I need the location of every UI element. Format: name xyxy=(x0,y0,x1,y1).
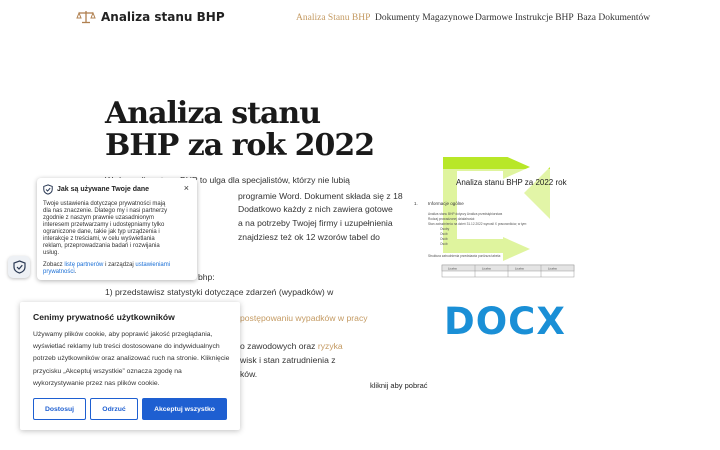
privacy-footer-text: Zobacz xyxy=(43,262,63,268)
nav-darmowe-instrukcje-bhp[interactable]: Darmowe Instrukcje BHP xyxy=(475,13,574,23)
list-item: ków. xyxy=(240,369,258,379)
close-icon[interactable]: × xyxy=(184,183,189,193)
doc-title: Analiza stanu BHP za 2022 rok xyxy=(456,178,568,187)
page-title-line-2: BHP za rok 2022 xyxy=(105,128,375,163)
privacy-popup-title: Jak są używane Twoje dane xyxy=(57,186,150,193)
nav-baza-dokumentow[interactable]: Baza Dokumentów xyxy=(577,13,650,23)
paragraph-line: a na potrzeby Twojej firmy i uzupełnieni… xyxy=(238,218,393,228)
paragraph-line: Dodatkowo każdy z nich zawiera gotowe xyxy=(238,204,393,214)
page-title-line-1: Analiza stanu xyxy=(105,96,321,131)
doc-line: Stan zatrudnienia na dzień 31.12.2022 wy… xyxy=(428,222,527,226)
privacy-popup-body: Twoje ustawienia dotyczące prywatności m… xyxy=(43,201,168,256)
logo-text: Analiza stanu BHP xyxy=(101,10,225,24)
doc-table-header: Liczba xyxy=(515,267,524,271)
list-item: 1) przedstawisz statystyki dotyczące zda… xyxy=(105,287,334,297)
privacy-settings-button[interactable] xyxy=(8,256,30,278)
partners-list-link[interactable]: listę partnerów xyxy=(64,262,103,268)
list-item: o zawodowych oraz xyxy=(240,341,316,351)
doc-table-header: Liczba xyxy=(482,267,491,271)
doc-sub-item: Osoby xyxy=(440,227,450,231)
privacy-footer-text: . xyxy=(74,269,77,275)
doc-line: Struktura zatrudnienia przedstawia poniż… xyxy=(428,254,501,258)
doc-section-title: Informacje ogólne xyxy=(428,201,464,206)
paragraph-line: znajdziesz też ok 12 wzorów tabel do xyxy=(238,232,380,242)
customize-button[interactable]: Dostosuj xyxy=(33,398,86,420)
nav-dokumenty-magazynowe[interactable]: Dokumenty Magazynowe xyxy=(375,13,473,23)
shield-check-icon xyxy=(12,260,26,274)
doc-line: Rodzaj prowadzonej działalności: xyxy=(428,217,475,221)
list-intro: bhp: xyxy=(198,272,215,282)
link-postepowaniu-wypadkow[interactable]: postępowaniu wypadków w pracy xyxy=(240,313,368,323)
page-title: Analiza stanu BHP za rok 2022 xyxy=(105,96,375,163)
cookie-banner: Cenimy prywatność użytkowników Używamy p… xyxy=(20,302,240,430)
scales-icon xyxy=(76,11,96,24)
privacy-popup-footer: Zobacz listę partnerów i zarządzaj ustaw… xyxy=(43,262,193,276)
site-header: Analiza stanu BHP Analiza Stanu BHP Doku… xyxy=(0,0,720,38)
reject-button[interactable]: Odrzuć xyxy=(90,398,138,420)
doc-sub-item: Osób xyxy=(440,232,448,236)
doc-line: Analiza stanu BHP dotyczy Analiza przeds… xyxy=(428,212,502,216)
doc-table-header: Liczba xyxy=(548,267,557,271)
accept-all-button[interactable]: Akceptuj wszystko xyxy=(142,398,227,420)
privacy-footer-text: i zarządzaj xyxy=(105,262,134,268)
privacy-popup: Jak są używane Twoje dane × Twoje ustawi… xyxy=(37,178,197,280)
paragraph-line: programie Word. Dokument składa się z 18 xyxy=(238,191,403,201)
download-hint: kliknij aby pobrać xyxy=(370,381,428,390)
doc-section-number: 1. xyxy=(414,201,418,206)
doc-sub-item: Osób xyxy=(440,242,448,246)
doc-sub-item: Osób xyxy=(440,237,448,241)
site-logo[interactable]: Analiza stanu BHP xyxy=(76,10,225,24)
shield-check-icon xyxy=(43,184,53,195)
link-ryzyka[interactable]: ryzyka xyxy=(318,341,343,351)
nav-analiza-stanu-bhp[interactable]: Analiza Stanu BHP xyxy=(296,13,370,23)
cookie-banner-body: Używamy plików cookie, aby poprawić jako… xyxy=(33,331,230,387)
document-preview-image[interactable]: Analiza stanu BHP za 2022 rok 1. Informa… xyxy=(412,157,580,281)
cookie-banner-title: Cenimy prywatność użytkowników xyxy=(33,312,175,322)
docx-download-label[interactable]: DOCX xyxy=(444,300,566,343)
list-item: wisk i stan zatrudnienia z xyxy=(240,355,336,365)
doc-table-header: Liczba xyxy=(448,267,457,271)
